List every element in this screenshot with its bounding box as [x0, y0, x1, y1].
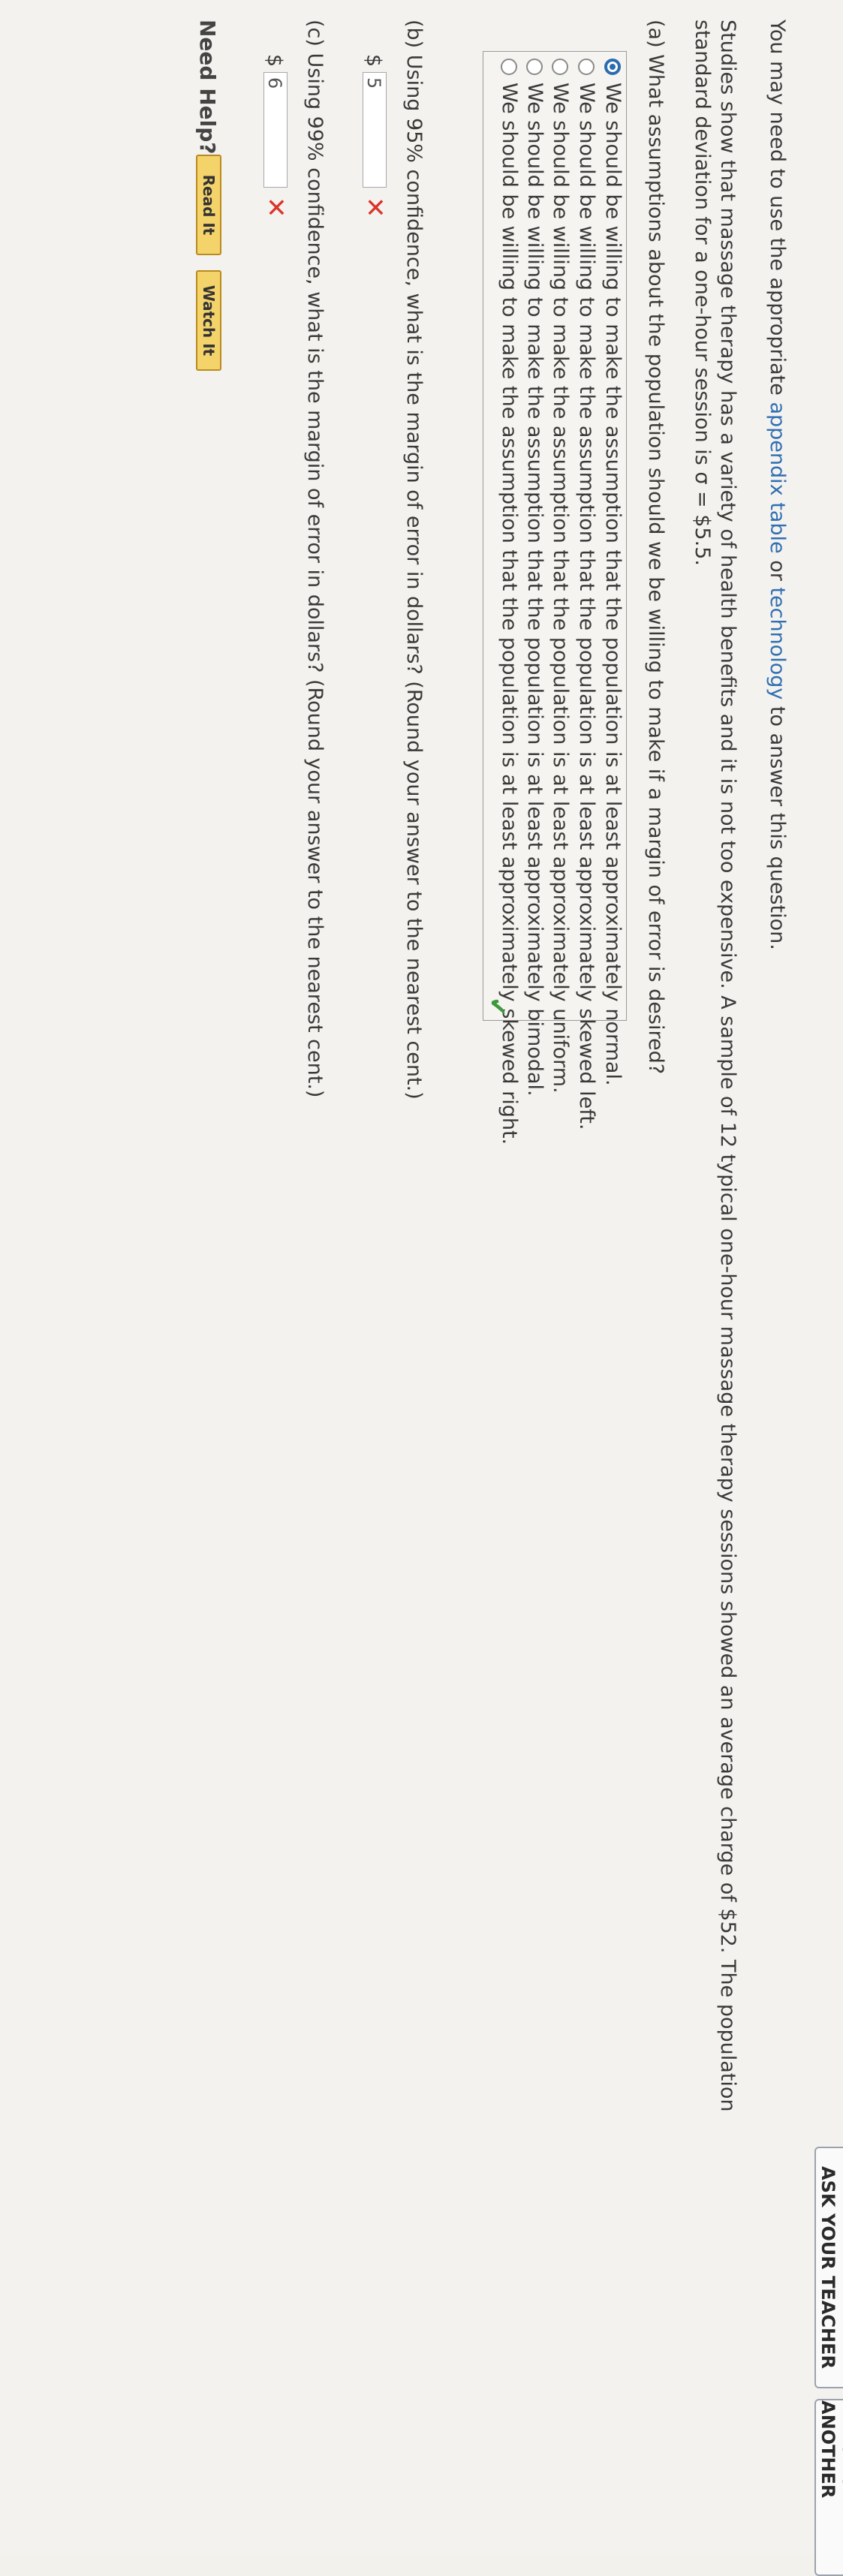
option-label: We should be willing to make the assumpt…: [523, 83, 546, 1097]
ask-your-teacher-label: ASK YOUR TEACHER: [817, 2166, 838, 2369]
radio-button-selected[interactable]: [604, 59, 621, 75]
option-label: We should be willing to make the assumpt…: [549, 83, 572, 1094]
radio-button[interactable]: [552, 59, 568, 75]
need-help-label: Need Help?: [195, 20, 220, 155]
practice-another-button[interactable]: PRACTICE ANOTHER: [814, 2399, 843, 2576]
appendix-table-link[interactable]: appendix table: [766, 402, 789, 553]
radio-button[interactable]: [526, 59, 543, 75]
correct-check-icon: ✔: [483, 997, 512, 1017]
option-label: We should be willing to make the assumpt…: [498, 83, 521, 1145]
part-c-answer-input[interactable]: 6: [263, 72, 288, 188]
incorrect-x-icon: ✕: [360, 197, 390, 218]
option-label: We should be willing to make the assumpt…: [601, 83, 625, 1086]
part-b-currency: $: [362, 54, 385, 68]
problem-line-1: Studies show that massage therapy has a …: [716, 20, 739, 2112]
part-c-currency: $: [263, 54, 286, 68]
technology-link[interactable]: technology: [766, 587, 789, 700]
intro-text: You may need to use the appropriate appe…: [765, 20, 789, 950]
radio-button[interactable]: [578, 59, 595, 75]
intro-mid: or: [766, 553, 789, 588]
read-it-button[interactable]: Read It: [196, 155, 221, 255]
part-b-question: (b) Using 95% confidence, what is the ma…: [402, 20, 426, 1100]
incorrect-x-icon: ✕: [260, 197, 291, 218]
problem-line-2: standard deviation for a one-hour sessio…: [691, 20, 714, 566]
part-b-answer-input[interactable]: 5: [363, 72, 387, 188]
watch-it-button[interactable]: Watch It: [196, 270, 221, 371]
option-label: We should be willing to make the assumpt…: [575, 83, 598, 1130]
practice-another-label: PRACTICE ANOTHER: [817, 2400, 843, 2499]
ask-your-teacher-button[interactable]: ASK YOUR TEACHER: [814, 2147, 843, 2388]
radio-button[interactable]: [501, 59, 517, 75]
question-page: ASK YOUR TEACHER PRACTICE ANOTHER You ma…: [0, 0, 843, 2576]
part-c-question: (c) Using 99% confidence, what is the ma…: [303, 20, 327, 1098]
intro-prefix: You may need to use the appropriate: [766, 20, 789, 402]
part-a-question: (a) What assumptions about the populatio…: [644, 20, 667, 1075]
intro-suffix: to answer this question.: [766, 700, 789, 950]
